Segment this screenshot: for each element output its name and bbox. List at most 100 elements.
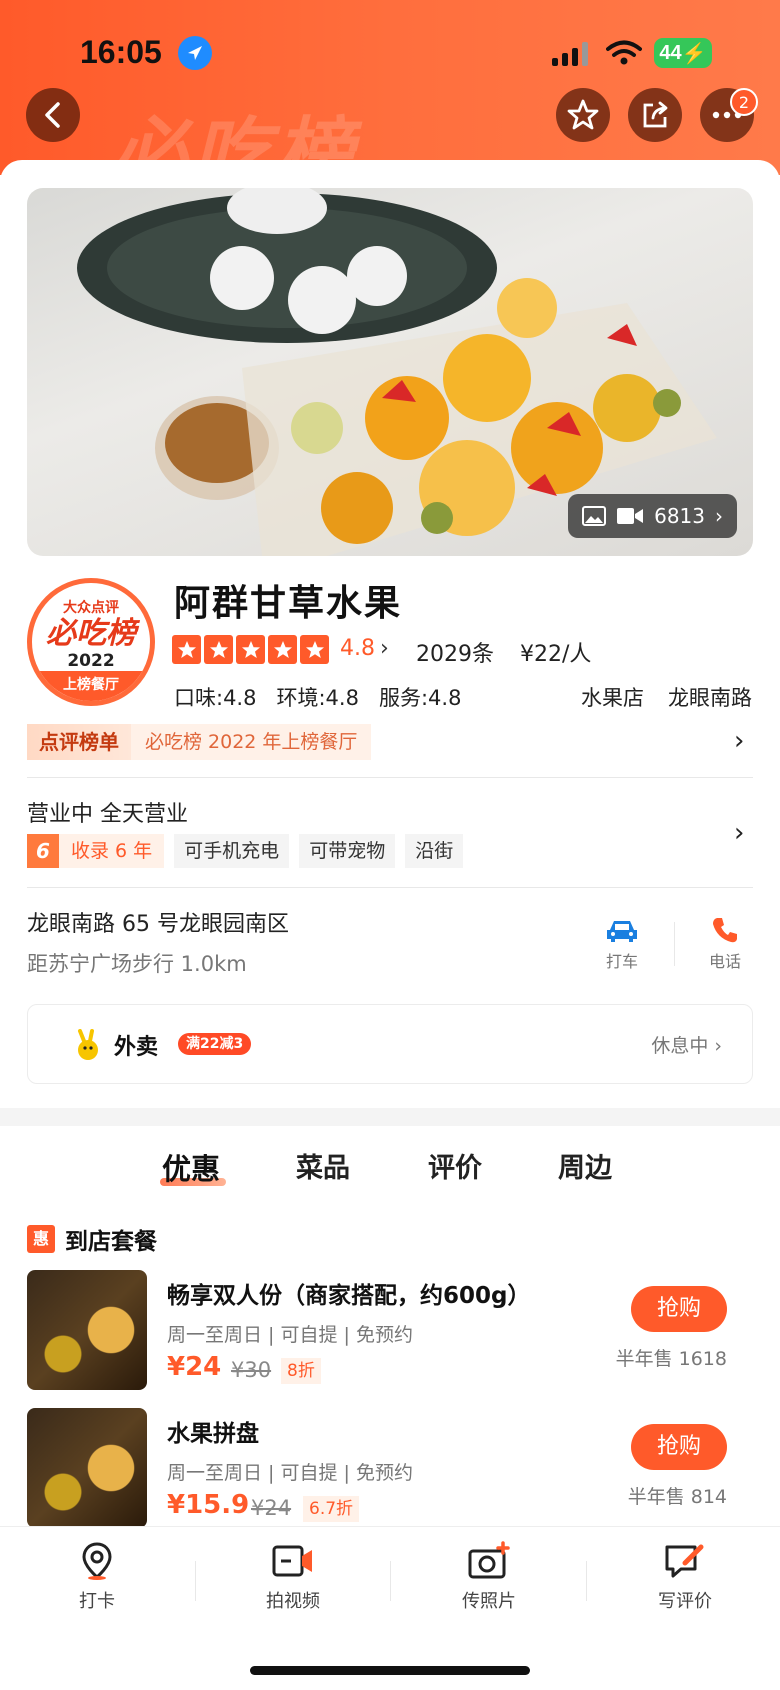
deal-item[interactable]: 水果拼盘 周一至周日 | 可自提 | 免预约 ¥15.9 ¥24 6.7折 抢购… bbox=[27, 1408, 753, 1528]
divider bbox=[674, 922, 675, 966]
share-icon bbox=[643, 101, 668, 128]
star-icon bbox=[236, 635, 265, 664]
back-button[interactable] bbox=[26, 88, 80, 142]
deal-item[interactable]: 畅享双人份（商家搭配，约600g） 周一至周日 | 可自提 | 免预约 ¥24 … bbox=[27, 1270, 753, 1390]
section-gap bbox=[0, 1108, 780, 1126]
feature-tags: 6 收录 6 年 可手机充电 可带宠物 沿街 bbox=[27, 834, 464, 868]
feature-tag: 可带宠物 bbox=[299, 834, 396, 868]
feature-tag: 沿街 bbox=[405, 834, 464, 868]
phone-icon bbox=[713, 918, 737, 943]
camera-plus-icon bbox=[468, 1541, 510, 1579]
shop-area[interactable]: 龙眼南路 bbox=[668, 682, 752, 712]
buy-button[interactable]: 抢购 bbox=[631, 1424, 727, 1470]
business-hours: 营业中 全天营业 bbox=[27, 802, 188, 827]
star-icon bbox=[204, 635, 233, 664]
star-icon bbox=[172, 635, 201, 664]
deal-thumbnail bbox=[27, 1270, 147, 1390]
tab-dishes[interactable]: 菜品 bbox=[296, 1146, 350, 1185]
chevron-right-icon: › bbox=[380, 636, 389, 661]
star-icon bbox=[268, 635, 297, 664]
review-count: 2029条 bbox=[416, 642, 494, 667]
phone-button[interactable]: 电话 bbox=[685, 916, 765, 972]
tab-deals[interactable]: 优惠 bbox=[162, 1146, 220, 1188]
upload-photo-button[interactable]: 传照片 bbox=[434, 1541, 544, 1613]
sub-scores: 口味:4.8 环境:4.8 服务:4.8 bbox=[174, 682, 461, 712]
video-icon bbox=[617, 508, 644, 524]
shop-address[interactable]: 龙眼南路 65 号龙眼园南区 bbox=[27, 906, 289, 938]
star-icon bbox=[567, 99, 599, 130]
years-listed-tag: 6 收录 6 年 bbox=[27, 834, 165, 868]
wifi-icon bbox=[606, 40, 642, 66]
video-camera-icon bbox=[272, 1545, 312, 1577]
home-indicator bbox=[250, 1666, 530, 1675]
section-title: 到店套餐 bbox=[65, 1229, 157, 1255]
rating-value[interactable]: 4.8 bbox=[340, 636, 375, 661]
content-tabs: 优惠 菜品 评价 周边 bbox=[0, 1146, 780, 1196]
delivery-promo-badge: 满22减3 bbox=[178, 1033, 252, 1055]
deal-sold-count: 半年售 814 bbox=[627, 1486, 727, 1508]
share-button[interactable] bbox=[628, 88, 682, 142]
ranking-banner[interactable]: 点评榜单 必吃榜 2022 年上榜餐厅 bbox=[27, 724, 372, 760]
shop-distance: 距苏宁广场步行 1.0km bbox=[27, 952, 247, 976]
shop-category-area: 水果店 龙眼南路 bbox=[581, 682, 752, 712]
environment-score: 环境:4.8 bbox=[276, 686, 359, 710]
media-count: 6813 bbox=[654, 504, 705, 528]
divider bbox=[586, 1561, 587, 1601]
section-header: 惠 到店套餐 bbox=[27, 1222, 157, 1256]
taste-score: 口味:4.8 bbox=[174, 686, 257, 710]
star-icon bbox=[300, 635, 329, 664]
ranking-text: 必吃榜 2022 年上榜餐厅 bbox=[131, 724, 372, 760]
rating-stars bbox=[172, 635, 329, 664]
write-review-button[interactable]: 写评价 bbox=[630, 1541, 740, 1613]
location-pin-icon bbox=[82, 1542, 112, 1580]
average-price: ¥22/人 bbox=[520, 642, 592, 667]
ranking-tag: 点评榜单 bbox=[27, 724, 131, 760]
deal-terms: 周一至周日 | 可自提 | 免预约 bbox=[167, 1462, 413, 1484]
tab-nearby[interactable]: 周边 bbox=[558, 1146, 612, 1185]
photo-icon bbox=[582, 506, 607, 526]
status-bar: 16:05 44 ⚡ bbox=[0, 0, 780, 100]
deal-original-price: ¥30 bbox=[231, 1358, 272, 1382]
cellular-signal-icon bbox=[552, 42, 588, 66]
deal-terms: 周一至周日 | 可自提 | 免预约 bbox=[167, 1324, 413, 1346]
chevron-right-icon[interactable]: › bbox=[734, 818, 744, 848]
delivery-card[interactable]: 外卖 满22减3 休息中 › bbox=[27, 1004, 753, 1084]
status-time: 16:05 bbox=[80, 34, 162, 70]
media-count-button[interactable]: 6813 › bbox=[568, 494, 737, 538]
feature-tag: 可手机充电 bbox=[174, 834, 290, 868]
deal-price: ¥15.9 bbox=[167, 1490, 250, 1520]
deal-title: 水果拼盘 bbox=[167, 1421, 259, 1447]
chevron-right-icon: › bbox=[715, 504, 723, 528]
divider bbox=[390, 1561, 391, 1601]
tab-reviews[interactable]: 评价 bbox=[428, 1146, 482, 1185]
divider bbox=[27, 777, 753, 778]
hero-photo[interactable]: 6813 › bbox=[27, 188, 753, 556]
discount-icon: 惠 bbox=[27, 1225, 55, 1253]
divider bbox=[195, 1561, 196, 1601]
taxi-button[interactable]: 打车 bbox=[582, 918, 662, 972]
battery-indicator: 44 ⚡ bbox=[654, 38, 712, 68]
divider bbox=[27, 887, 753, 888]
write-review-icon bbox=[665, 1544, 704, 1578]
notification-badge: 2 bbox=[730, 88, 758, 116]
service-score: 服务:4.8 bbox=[378, 686, 462, 710]
buy-button[interactable]: 抢购 bbox=[631, 1286, 727, 1332]
delivery-label: 外卖 bbox=[114, 1035, 159, 1060]
must-eat-list-logo: 大众点评 必吃榜 2022 上榜餐厅 bbox=[27, 578, 155, 706]
meituan-kangaroo-icon bbox=[78, 1029, 98, 1060]
deal-discount: 6.7折 bbox=[303, 1496, 360, 1522]
deal-sold-count: 半年售 1618 bbox=[615, 1348, 727, 1370]
shop-name: 阿群甘草水果 bbox=[174, 583, 403, 624]
shoot-video-button[interactable]: 拍视频 bbox=[238, 1541, 348, 1613]
deal-price: ¥24 bbox=[167, 1352, 222, 1382]
chevron-left-icon bbox=[45, 102, 60, 128]
delivery-status: 休息中 › bbox=[651, 1035, 722, 1057]
favorite-button[interactable] bbox=[556, 88, 610, 142]
deal-title: 畅享双人份（商家搭配，约600g） bbox=[167, 1283, 531, 1309]
location-arrow-icon bbox=[178, 36, 212, 70]
deal-thumbnail bbox=[27, 1408, 147, 1528]
shop-category[interactable]: 水果店 bbox=[581, 682, 644, 712]
checkin-button[interactable]: 打卡 bbox=[42, 1541, 152, 1613]
car-icon bbox=[607, 921, 637, 942]
chevron-right-icon[interactable]: › bbox=[734, 726, 744, 756]
